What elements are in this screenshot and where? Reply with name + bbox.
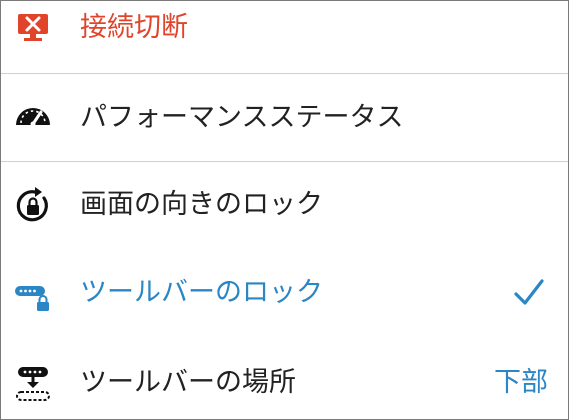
menu-item-screen-orientation-lock[interactable]: 画面の向きのロック	[1, 162, 568, 250]
menu-item-label: ツールバーの場所	[80, 367, 296, 398]
menu-item-toolbar-lock[interactable]: ツールバーのロック	[1, 250, 568, 338]
context-menu: 接続切断 パフォーマンスステータス 画面の向きのロック ツールバーのロック ツー…	[0, 0, 569, 420]
menu-item-label: 画面の向きのロック	[80, 189, 323, 220]
menu-item-toolbar-position[interactable]: ツールバーの場所 下部	[1, 338, 568, 419]
rotation-lock-icon	[16, 187, 48, 222]
toolbar-position-icon	[16, 367, 50, 401]
menu-item-label: パフォーマンスステータス	[80, 102, 404, 133]
disconnect-monitor-icon	[18, 14, 48, 41]
menu-item-label: ツールバーのロック	[80, 277, 323, 308]
menu-item-label: 接続切断	[80, 12, 188, 43]
menu-item-disconnect[interactable]: 接続切断	[1, 1, 568, 73]
toolbar-position-value: 下部	[494, 367, 548, 398]
menu-item-performance-status[interactable]: パフォーマンスステータス	[1, 74, 568, 161]
toolbar-lock-icon	[15, 286, 49, 311]
speedometer-icon	[16, 108, 50, 127]
checkmark-icon	[514, 279, 544, 305]
